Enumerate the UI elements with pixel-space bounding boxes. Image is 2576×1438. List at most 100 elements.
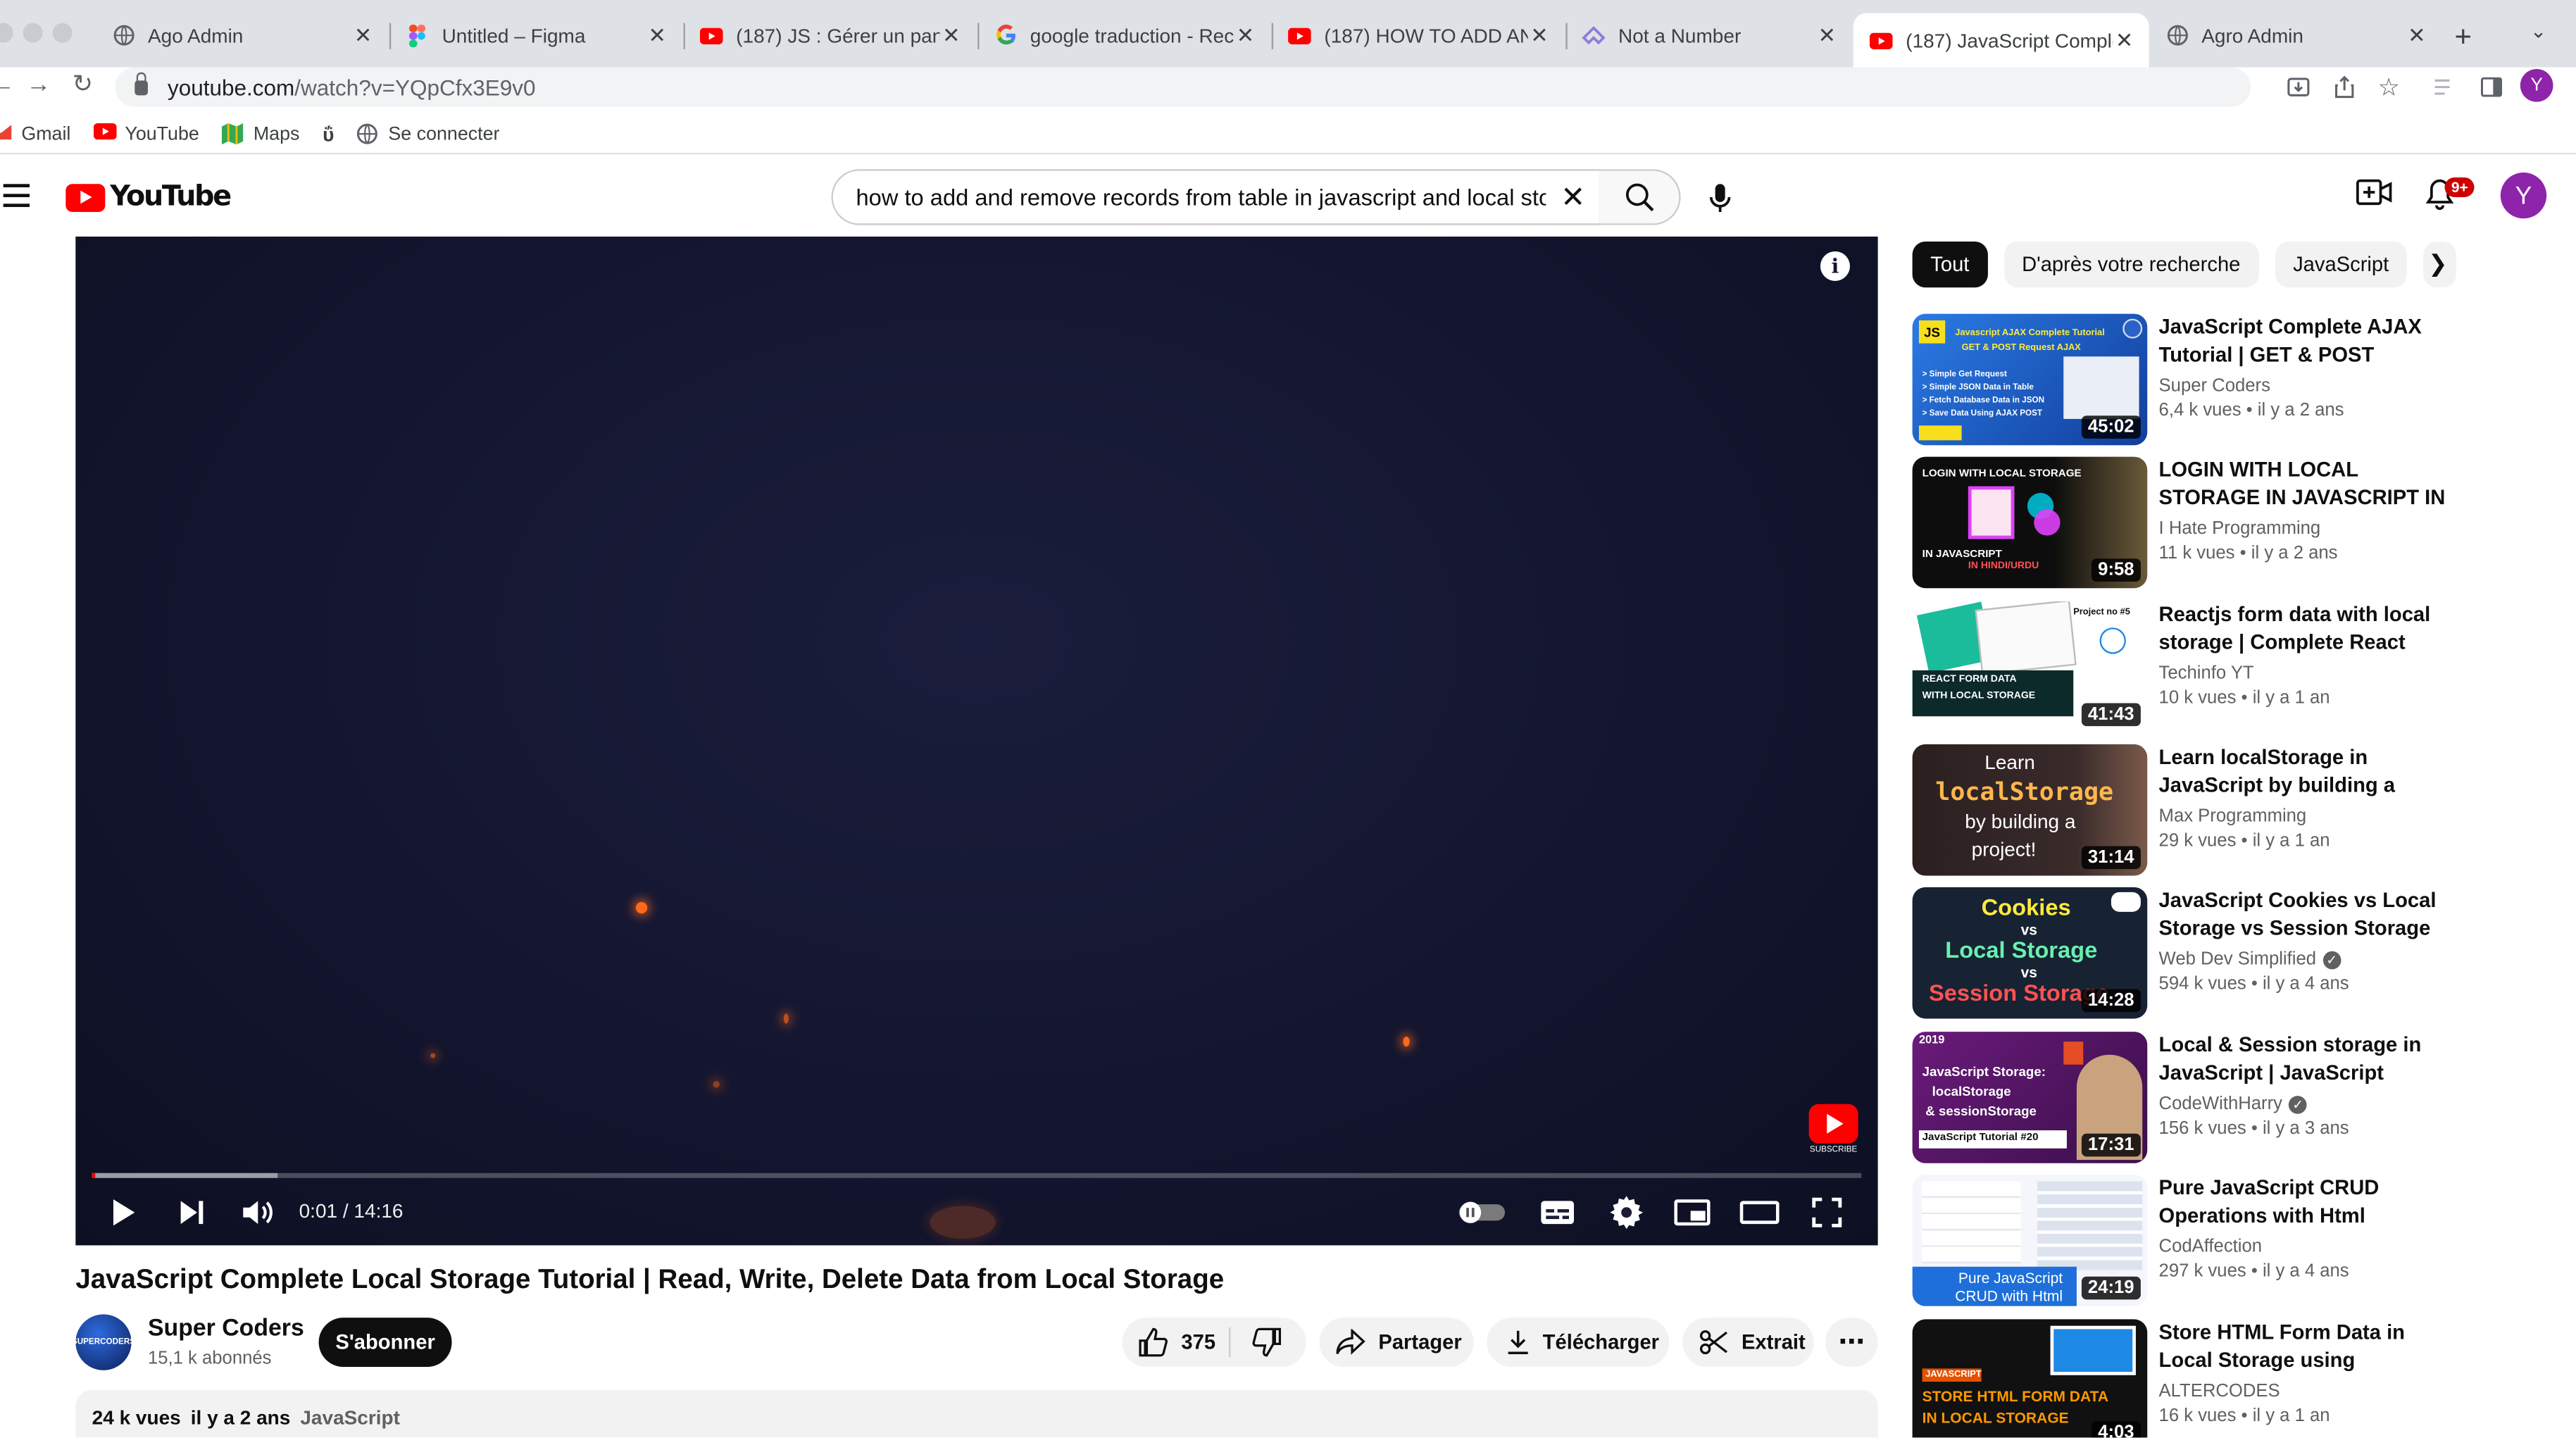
theater-mode-button[interactable] [1735, 1193, 1784, 1232]
window-minimize-control[interactable] [23, 23, 43, 43]
related-video-channel[interactable]: Web Dev Simplified ✓ [2159, 949, 2449, 969]
user-avatar[interactable]: Y [2500, 172, 2547, 219]
related-video-title[interactable]: Local & Session storage in JavaScript | … [2159, 1032, 2449, 1087]
play-button[interactable] [102, 1193, 145, 1232]
video-tag[interactable]: JavaScript [300, 1406, 400, 1437]
info-icon[interactable]: i [1820, 251, 1850, 281]
related-video-title[interactable]: Store HTML Form Data in Local Storage us… [2159, 1319, 2449, 1375]
close-icon[interactable]: ✕ [1234, 22, 1257, 48]
menu-icon[interactable] [3, 184, 30, 207]
video-thumbnail[interactable]: Project no #5 REACT FORM DATA WITH LOCAL… [1912, 601, 2148, 733]
autoplay-toggle[interactable] [1456, 1193, 1508, 1232]
related-video-title[interactable]: Learn localStorage in JavaScript by buil… [2159, 744, 2449, 800]
download-button[interactable]: Télécharger [1487, 1318, 1670, 1368]
close-icon[interactable]: ✕ [1528, 22, 1551, 48]
dislike-button[interactable] [1252, 1327, 1282, 1362]
related-video-title[interactable]: LOGIN WITH LOCAL STORAGE IN JAVASCRIPT I… [2159, 457, 2449, 513]
share-icon[interactable] [2332, 74, 2358, 100]
related-video-title[interactable]: JavaScript Complete AJAX Tutorial | GET … [2159, 314, 2449, 370]
chip-all[interactable]: Tout [1912, 241, 1988, 288]
settings-button[interactable] [1603, 1193, 1649, 1232]
progress-bar[interactable] [92, 1173, 1862, 1178]
channel-name[interactable]: Super Coders [148, 1316, 304, 1342]
related-video-card[interactable]: Pure JavaScript CRUD with Html 24:19 Pur… [1912, 1175, 2553, 1309]
search-button[interactable] [1599, 169, 1681, 225]
related-video-card[interactable]: JAVASCRIPT STORE HTML FORM DATA IN LOCAL… [1912, 1319, 2553, 1438]
address-bar[interactable]: youtube.com/watch?v=YQpCfx3E9v0 [115, 67, 2251, 107]
video-thumbnail[interactable]: JAVASCRIPT STORE HTML FORM DATA IN LOCAL… [1912, 1319, 2148, 1438]
video-thumbnail[interactable]: 2019 JavaScript Storage: localStorage & … [1912, 1032, 2148, 1163]
bookmark-gmail[interactable]: Gmail [0, 123, 70, 145]
volume-button[interactable] [237, 1193, 280, 1232]
close-icon[interactable]: ✕ [351, 22, 375, 48]
subscribe-button[interactable]: S'abonner [318, 1318, 452, 1368]
related-video-card[interactable]: Cookies vs Local Storage vs Session Stor… [1912, 887, 2553, 1022]
like-button[interactable] [1139, 1327, 1168, 1357]
related-video-channel[interactable]: I Hate Programming [2159, 519, 2449, 539]
next-button[interactable] [171, 1193, 214, 1232]
related-video-channel[interactable]: Super Coders [2159, 376, 2449, 396]
browser-tab[interactable]: Untitled – Figma ✕ [389, 13, 682, 58]
clear-search-icon[interactable]: ✕ [1561, 181, 1585, 215]
bookmark-unlabeled[interactable]: ΰ [323, 123, 334, 146]
install-app-icon[interactable] [2285, 74, 2311, 100]
voice-search-button[interactable] [1692, 171, 1748, 227]
video-player[interactable]: i SUBSCRIBE 0:01 / 14:16 [75, 236, 1878, 1246]
bookmark-se-connecter[interactable]: Se connecter [357, 123, 499, 144]
related-video-channel[interactable]: ALTERCODES [2159, 1382, 2449, 1401]
related-video-card[interactable]: LOGIN WITH LOCAL STORAGE IN JAVASCRIPT I… [1912, 456, 2553, 592]
related-video-card[interactable]: Learn localStorage by building a project… [1912, 744, 2553, 879]
video-thumbnail[interactable]: JS Javascript AJAX Complete Tutorial GET… [1912, 313, 2148, 446]
reading-list-icon[interactable] [2432, 74, 2458, 100]
reload-icon[interactable]: ↻ [73, 69, 93, 99]
browser-tab[interactable]: Not a Number ✕ [1565, 13, 1851, 58]
subtitles-button[interactable] [1534, 1193, 1580, 1232]
browser-tab-active[interactable]: (187) JavaScript Complet ✕ [1853, 13, 2149, 68]
bookmark-maps[interactable]: Maps [222, 123, 299, 145]
fullscreen-button[interactable] [1804, 1193, 1850, 1232]
close-icon[interactable]: ✕ [1815, 22, 1839, 48]
browser-profile-avatar[interactable]: Y [2520, 68, 2553, 102]
chevron-right-icon[interactable]: ❯ [2428, 250, 2447, 278]
video-thumbnail[interactable]: LOGIN WITH LOCAL STORAGE IN JAVASCRIPT I… [1912, 456, 2148, 589]
related-video-card[interactable]: JS Javascript AJAX Complete Tutorial GET… [1912, 313, 2553, 449]
search-input[interactable]: how to add and remove records from table… [831, 169, 1601, 225]
chip-javascript[interactable]: JavaScript [2275, 241, 2407, 288]
chip-related-search[interactable]: D'après votre recherche [2003, 241, 2259, 288]
forward-icon[interactable]: → [26, 70, 51, 99]
browser-tab[interactable]: Ago Admin ✕ [95, 13, 387, 58]
video-thumbnail[interactable]: Pure JavaScript CRUD with Html 24:19 [1912, 1175, 2148, 1306]
youtube-logo[interactable]: YouTube [65, 181, 232, 213]
browser-tab[interactable]: Agro Admin ✕ [2149, 13, 2441, 58]
bookmark-youtube[interactable]: YouTube [94, 123, 199, 144]
related-video-channel[interactable]: Techinfo YT [2159, 664, 2449, 684]
related-video-channel[interactable]: CodAffection [2159, 1237, 2449, 1257]
tab-search-icon[interactable]: ⌄ [2530, 20, 2546, 43]
close-icon[interactable]: ✕ [939, 22, 963, 48]
related-video-card[interactable]: 2019 JavaScript Storage: localStorage & … [1912, 1032, 2553, 1166]
back-icon[interactable]: ← [0, 70, 15, 99]
window-close-control[interactable] [0, 23, 13, 43]
new-tab-icon[interactable]: + [2455, 20, 2472, 54]
related-video-title[interactable]: JavaScript Cookies vs Local Storage vs S… [2159, 887, 2449, 943]
clip-button[interactable]: Extrait [1682, 1318, 1814, 1368]
create-video-icon[interactable] [2356, 177, 2392, 215]
description-box[interactable]: 24 k vues il y a 2 ans JavaScript [75, 1389, 1878, 1438]
browser-tab[interactable]: google traduction - Reche ✕ [977, 13, 1270, 58]
side-panel-icon[interactable] [2477, 74, 2503, 100]
related-video-channel[interactable]: CodeWithHarry ✓ [2159, 1094, 2449, 1114]
related-video-channel[interactable]: Max Programming [2159, 807, 2449, 827]
close-icon[interactable]: ✕ [646, 22, 669, 48]
close-icon[interactable]: ✕ [2113, 27, 2136, 53]
window-zoom-control[interactable] [52, 23, 73, 43]
related-video-title[interactable]: Reactjs form data with local storage | C… [2159, 601, 2449, 657]
video-thumbnail[interactable]: Learn localStorage by building a project… [1912, 744, 2148, 876]
subscribe-watermark-icon[interactable] [1808, 1103, 1858, 1144]
bookmark-star-icon[interactable]: ☆ [2376, 74, 2402, 102]
miniplayer-button[interactable] [1669, 1193, 1715, 1232]
browser-tab[interactable]: (187) JS : Gérer un panier ✕ [683, 13, 976, 58]
share-button[interactable]: Partager [1319, 1318, 1474, 1368]
related-video-card[interactable]: Project no #5 REACT FORM DATA WITH LOCAL… [1912, 601, 2553, 736]
close-icon[interactable]: ✕ [2406, 22, 2429, 48]
channel-avatar[interactable]: SUPERCODERS [75, 1314, 132, 1370]
